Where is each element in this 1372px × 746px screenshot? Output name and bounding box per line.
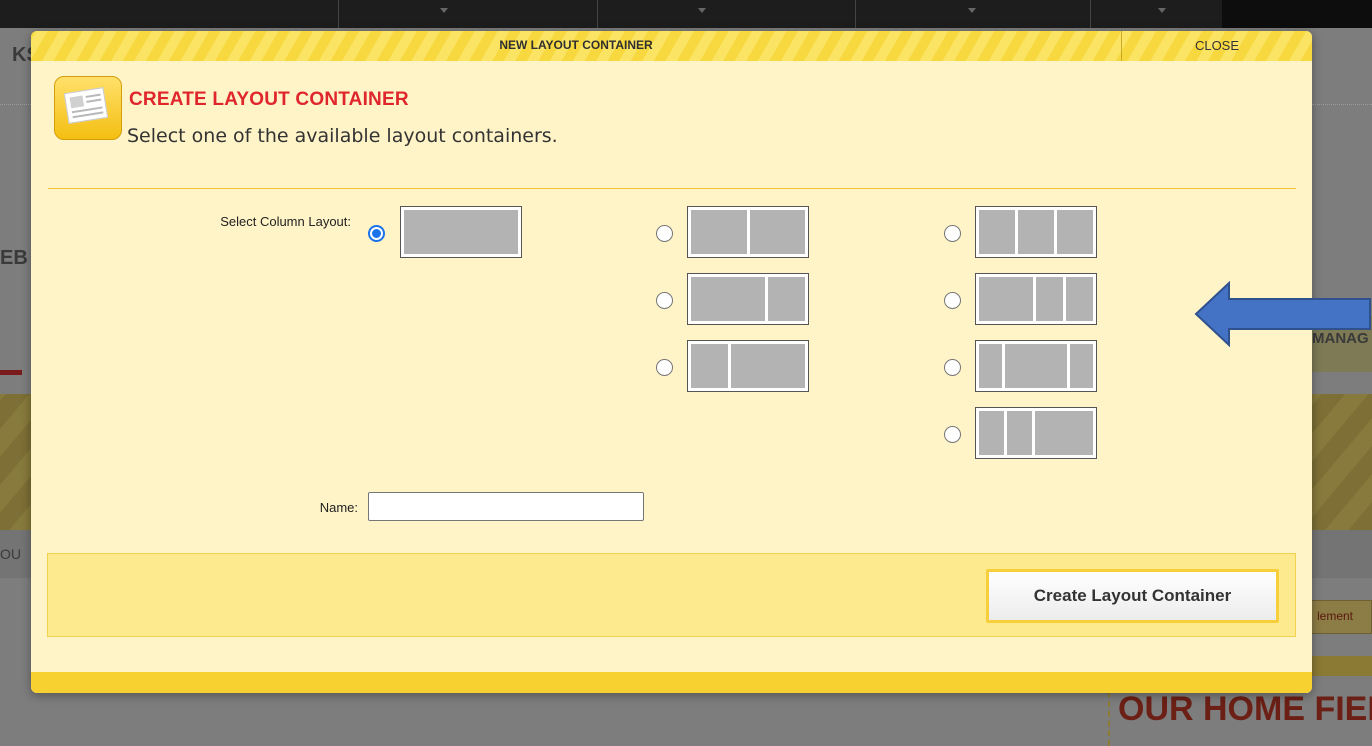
layout-column-block bbox=[1005, 344, 1067, 388]
layout-column-block bbox=[404, 210, 518, 254]
layout-column-block bbox=[979, 344, 1003, 388]
background-element-button: lement bbox=[1310, 600, 1372, 634]
dialog-heading: CREATE LAYOUT CONTAINER bbox=[129, 89, 409, 110]
layout-radio-3-columns-wide-narrow-narrow[interactable] bbox=[944, 292, 961, 309]
layout-column-block bbox=[1007, 411, 1033, 455]
new-layout-container-dialog: NEW LAYOUT CONTAINER CLOSE CREATE LAYOUT… bbox=[31, 31, 1312, 693]
chevron-down-icon bbox=[698, 8, 706, 13]
background-heading: OUR HOME FIEI bbox=[1118, 690, 1372, 728]
dialog-subheading: Select one of the available layout conta… bbox=[127, 125, 558, 147]
header-divider bbox=[48, 188, 1296, 189]
layout-column-block bbox=[1069, 344, 1094, 388]
layout-column-block bbox=[731, 344, 805, 388]
layout-radio-2-columns-narrow-wide[interactable] bbox=[656, 359, 673, 376]
dialog-titlebar: NEW LAYOUT CONTAINER CLOSE bbox=[31, 31, 1312, 61]
layout-container-icon-line bbox=[86, 98, 102, 103]
layout-option-3-columns-wide-narrow-narrow[interactable] bbox=[975, 273, 1097, 325]
background-nav-divider bbox=[597, 0, 598, 28]
background-partial-text: EB bbox=[0, 247, 28, 269]
layout-radio-2-columns-equal[interactable] bbox=[656, 225, 673, 242]
layout-container-icon bbox=[54, 76, 122, 140]
arrow-left-annotation-icon bbox=[1194, 281, 1371, 347]
layout-radio-3-columns-narrow-wide-narrow[interactable] bbox=[944, 359, 961, 376]
background-gold-bar bbox=[1312, 656, 1372, 676]
chevron-down-icon bbox=[1158, 8, 1166, 13]
name-input[interactable] bbox=[368, 492, 644, 521]
layout-option-1-column[interactable] bbox=[400, 206, 522, 258]
layout-option-2-columns-wide-narrow[interactable] bbox=[687, 273, 809, 325]
background-partial-text: OU bbox=[0, 546, 21, 562]
select-column-layout-label: Select Column Layout: bbox=[220, 214, 351, 229]
layout-option-3-columns-narrow-narrow-wide[interactable] bbox=[975, 407, 1097, 459]
layout-option-3-columns-narrow-wide-narrow[interactable] bbox=[975, 340, 1097, 392]
layout-radio-2-columns-wide-narrow[interactable] bbox=[656, 292, 673, 309]
dialog-title: NEW LAYOUT CONTAINER bbox=[499, 38, 653, 52]
layout-radio-3-columns-narrow-narrow-wide[interactable] bbox=[944, 426, 961, 443]
layout-column-block bbox=[768, 277, 805, 321]
create-layout-container-button[interactable]: Create Layout Container bbox=[986, 569, 1279, 623]
layout-radio-1-column[interactable] bbox=[368, 225, 385, 242]
layout-column-block bbox=[691, 210, 747, 254]
layout-column-block bbox=[1066, 277, 1093, 321]
background-nav-divider bbox=[338, 0, 339, 28]
layout-column-block bbox=[1018, 210, 1054, 254]
background-nav-divider bbox=[855, 0, 856, 28]
layout-column-block bbox=[979, 277, 1033, 321]
layout-container-icon-image bbox=[69, 95, 85, 109]
layout-option-2-columns-narrow-wide[interactable] bbox=[687, 340, 809, 392]
chevron-down-icon bbox=[968, 8, 976, 13]
layout-container-icon-line bbox=[85, 93, 101, 98]
layout-radio-3-columns-equal[interactable] bbox=[944, 225, 961, 242]
layout-column-block bbox=[1057, 210, 1093, 254]
layout-column-block bbox=[979, 411, 1005, 455]
layout-column-block bbox=[1035, 411, 1093, 455]
layout-option-2-columns-equal[interactable] bbox=[687, 206, 809, 258]
layout-option-3-columns-equal[interactable] bbox=[975, 206, 1097, 258]
layout-container-icon-paper bbox=[63, 87, 109, 124]
layout-column-block bbox=[749, 210, 805, 254]
close-button[interactable]: CLOSE bbox=[1122, 31, 1312, 61]
background-nav-right-block bbox=[1222, 0, 1372, 28]
background-nav-divider bbox=[1090, 0, 1091, 28]
layout-column-block bbox=[691, 344, 728, 388]
layout-column-block bbox=[691, 277, 765, 321]
background-dotted-rule bbox=[1312, 104, 1372, 105]
background-red-bar bbox=[0, 370, 22, 375]
chevron-down-icon bbox=[440, 8, 448, 13]
layout-column-block bbox=[979, 210, 1015, 254]
layout-column-block bbox=[1036, 277, 1063, 321]
background-dotted-rule bbox=[0, 104, 31, 105]
dialog-bottom-bar bbox=[31, 672, 1312, 693]
background-top-nav bbox=[0, 0, 1372, 28]
name-label: Name: bbox=[319, 500, 358, 515]
